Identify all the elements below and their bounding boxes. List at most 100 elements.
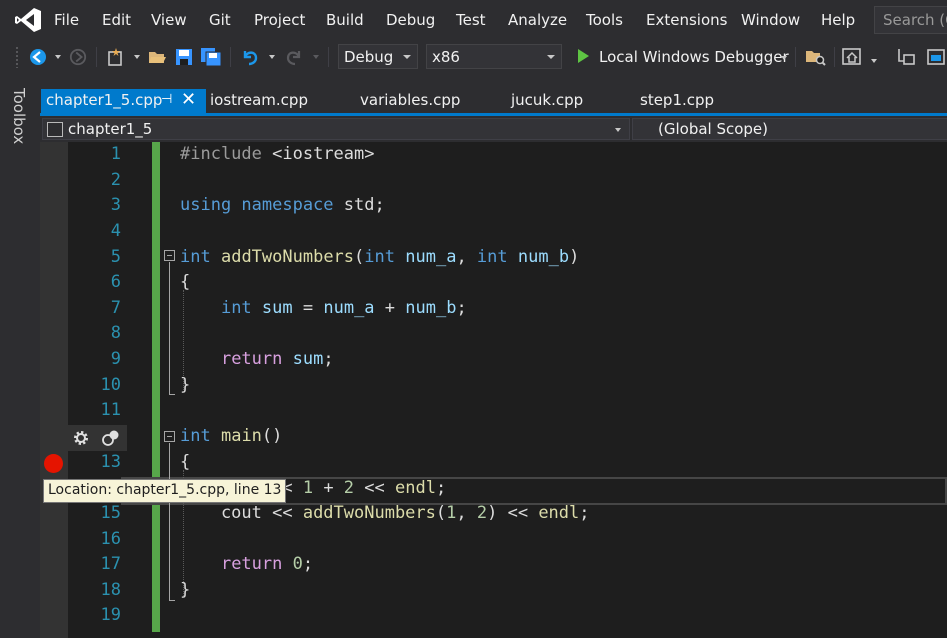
project-scope-dropdown[interactable]: chapter1_5 bbox=[42, 118, 630, 140]
menu-project[interactable]: Project bbox=[254, 11, 305, 29]
solution-platform-dropdown[interactable]: x86 bbox=[426, 44, 562, 69]
line-number: 19 bbox=[100, 605, 121, 625]
open-file-icon[interactable] bbox=[147, 47, 167, 67]
collapse-region-icon[interactable] bbox=[164, 250, 175, 261]
code-line: return sum; bbox=[220, 349, 334, 369]
line-number: 17 bbox=[100, 554, 121, 574]
chevron-down-icon bbox=[403, 55, 411, 59]
line-number: 11 bbox=[100, 400, 121, 420]
configuration-value: Debug bbox=[344, 48, 394, 66]
class-view-icon[interactable] bbox=[896, 47, 918, 67]
tab-label: iostream.cpp bbox=[210, 91, 308, 109]
menu-bar: File Edit View Git Project Build Debug T… bbox=[0, 0, 947, 40]
chevron-down-icon[interactable] bbox=[781, 56, 787, 60]
toolbar-separator bbox=[328, 47, 329, 67]
gear-icon[interactable] bbox=[72, 429, 90, 447]
visual-studio-logo-icon[interactable] bbox=[14, 7, 42, 33]
redo-dropdown-icon[interactable] bbox=[313, 55, 319, 59]
save-icon[interactable] bbox=[175, 47, 193, 67]
new-project-icon[interactable] bbox=[106, 47, 128, 67]
new-project-dropdown-icon[interactable] bbox=[134, 55, 140, 59]
code-line: using namespace std; bbox=[180, 195, 385, 215]
menu-analyze[interactable]: Analyze bbox=[508, 11, 567, 29]
code-line: return 0; bbox=[220, 554, 314, 574]
line-number: 5 bbox=[110, 247, 121, 267]
tab-iostream[interactable]: iostream.cpp bbox=[210, 89, 308, 113]
menu-extensions[interactable]: Extensions bbox=[646, 11, 727, 29]
line-number: 8 bbox=[110, 323, 121, 343]
line-number: 4 bbox=[110, 221, 121, 241]
toolbox-panel-strip bbox=[0, 73, 40, 638]
line-number: 3 bbox=[110, 195, 121, 215]
menu-debug[interactable]: Debug bbox=[386, 11, 435, 29]
toolbar-overflow-icon[interactable] bbox=[871, 59, 877, 63]
properties-icon[interactable] bbox=[926, 47, 946, 67]
pin-icon[interactable]: ⊣ bbox=[161, 92, 172, 107]
toolbar-grip[interactable] bbox=[15, 46, 19, 68]
toolbar-separator bbox=[795, 47, 796, 67]
project-scope-value: chapter1_5 bbox=[68, 120, 153, 138]
menu-window[interactable]: Window bbox=[741, 11, 800, 29]
breakpoint-location-tooltip: Location: chapter1_5.cpp, line 13 bbox=[43, 479, 287, 503]
line-number: 7 bbox=[110, 298, 121, 318]
disable-breakpoint-icon[interactable] bbox=[101, 429, 121, 447]
menu-edit[interactable]: Edit bbox=[102, 11, 131, 29]
save-all-icon[interactable] bbox=[200, 47, 222, 67]
menu-view[interactable]: View bbox=[151, 11, 187, 29]
code-line: } bbox=[180, 375, 191, 395]
code-line: #include <iostream> bbox=[180, 144, 375, 164]
member-scope-dropdown[interactable]: (Global Scope) bbox=[632, 118, 947, 140]
document-tab-bar: chapter1_5.cpp ⊣ ✕ iostream.cpp variable… bbox=[40, 73, 947, 118]
toolbar-separator bbox=[96, 47, 97, 67]
home-window-icon[interactable] bbox=[842, 47, 862, 67]
close-icon[interactable]: ✕ bbox=[181, 89, 196, 110]
tab-label: chapter1_5.cpp bbox=[46, 91, 163, 109]
line-number: 15 bbox=[100, 503, 121, 523]
menu-file[interactable]: File bbox=[54, 11, 79, 29]
outline-guide-end bbox=[169, 600, 175, 601]
menu-tools[interactable]: Tools bbox=[586, 11, 623, 29]
code-editor[interactable]: 1 2 3 4 5 6 7 8 9 10 11 13 15 16 17 18 1… bbox=[40, 142, 947, 638]
outline-guide bbox=[169, 443, 170, 600]
menu-build[interactable]: Build bbox=[326, 11, 364, 29]
navigate-forward-icon[interactable] bbox=[69, 47, 87, 67]
navigate-back-icon[interactable] bbox=[28, 47, 48, 67]
tab-step1[interactable]: step1.cpp bbox=[640, 89, 714, 113]
outline-guide bbox=[169, 262, 170, 394]
line-number: 1 bbox=[110, 144, 121, 164]
collapse-region-icon[interactable] bbox=[164, 431, 175, 442]
tab-variables[interactable]: variables.cpp bbox=[360, 89, 460, 113]
tab-label: jucuk.cpp bbox=[511, 91, 584, 109]
tab-label: step1.cpp bbox=[640, 91, 715, 109]
toolbar-separator bbox=[834, 47, 835, 67]
outline-guide-end bbox=[169, 394, 175, 395]
code-line: { bbox=[180, 272, 191, 292]
menu-git[interactable]: Git bbox=[209, 11, 231, 29]
navigate-back-dropdown-icon[interactable] bbox=[55, 55, 61, 59]
line-number: 10 bbox=[100, 375, 121, 395]
tab-jucuk[interactable]: jucuk.cpp bbox=[511, 89, 583, 113]
code-line: { bbox=[180, 452, 191, 472]
debugger-label: Local Windows Debugger bbox=[599, 48, 789, 66]
change-tracking-bar bbox=[152, 142, 160, 632]
search-input[interactable]: Search (C bbox=[874, 6, 947, 34]
line-number: 18 bbox=[100, 580, 121, 600]
tab-chapter1-5[interactable]: chapter1_5.cpp ⊣ ✕ bbox=[41, 89, 206, 113]
undo-icon[interactable] bbox=[240, 47, 260, 67]
toolbox-tab[interactable]: Toolbox bbox=[10, 88, 28, 144]
line-number: 6 bbox=[110, 272, 121, 292]
breakpoint-icon[interactable] bbox=[44, 454, 63, 473]
code-line: int addTwoNumbers(int num_a, int num_b) bbox=[180, 247, 580, 267]
toolbar-separator bbox=[230, 47, 231, 67]
navigation-bar: chapter1_5 (Global Scope) bbox=[40, 116, 947, 142]
find-in-files-icon[interactable] bbox=[805, 47, 827, 67]
code-line: cout << addTwoNumbers(1, 2) << endl; bbox=[180, 503, 590, 523]
line-number: 2 bbox=[110, 170, 121, 190]
redo-icon[interactable] bbox=[284, 47, 304, 67]
code-line: int main() bbox=[180, 426, 283, 446]
solution-configuration-dropdown[interactable]: Debug bbox=[338, 44, 418, 69]
menu-test[interactable]: Test bbox=[456, 11, 486, 29]
undo-dropdown-icon[interactable] bbox=[269, 55, 275, 59]
menu-help[interactable]: Help bbox=[821, 11, 855, 29]
line-number: 9 bbox=[110, 349, 121, 369]
